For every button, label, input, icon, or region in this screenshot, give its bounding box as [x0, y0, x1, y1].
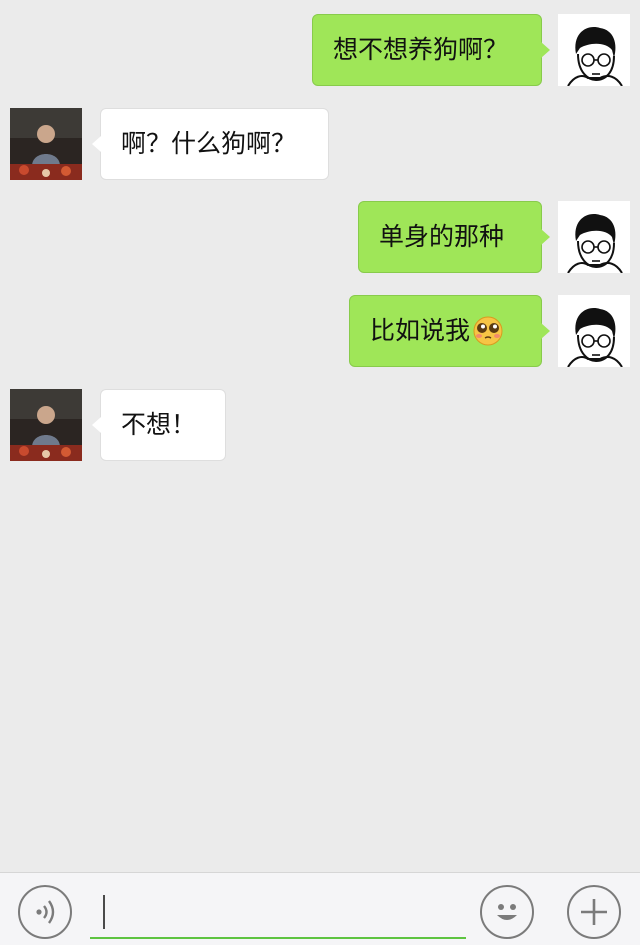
message-text: 啊？什么狗啊？	[121, 129, 297, 158]
plus-icon	[581, 899, 607, 925]
message-input[interactable]	[90, 885, 466, 939]
voice-icon	[36, 900, 55, 924]
message-text: 想不想养狗啊？	[333, 35, 509, 64]
cartoon-face-icon	[558, 295, 630, 367]
emoji-icon	[497, 904, 517, 920]
input-bar	[0, 872, 640, 945]
voice-button[interactable]	[18, 885, 72, 939]
cartoon-face-icon	[558, 14, 630, 86]
message-bubble-sent[interactable]: 单身的那种	[358, 201, 550, 273]
my-avatar[interactable]	[558, 201, 630, 273]
emoji-button[interactable]	[480, 885, 534, 939]
more-button[interactable]	[567, 885, 621, 939]
friend-photo	[10, 108, 82, 180]
message-bubble-received[interactable]: 不想！	[92, 389, 226, 461]
cartoon-face-icon	[558, 201, 630, 273]
shy-face-emoji-icon	[473, 316, 503, 346]
chat-area: 想不想养狗啊？ 啊？什么狗啊？ 单身的那种 比如说我 不想！	[0, 0, 640, 872]
friend-avatar[interactable]	[10, 389, 82, 461]
message-text: 单身的那种	[379, 222, 505, 251]
my-avatar[interactable]	[558, 14, 630, 86]
message-bubble-sent[interactable]: 想不想养狗啊？	[312, 14, 550, 86]
friend-avatar[interactable]	[10, 108, 82, 180]
my-avatar[interactable]	[558, 295, 630, 367]
message-bubble-sent[interactable]: 比如说我	[349, 295, 550, 367]
message-bubble-received[interactable]: 啊？什么狗啊？	[92, 108, 329, 180]
message-text: 比如说我	[370, 316, 471, 345]
message-text: 不想！	[121, 410, 197, 439]
text-caret	[103, 895, 105, 929]
friend-photo	[10, 389, 82, 461]
